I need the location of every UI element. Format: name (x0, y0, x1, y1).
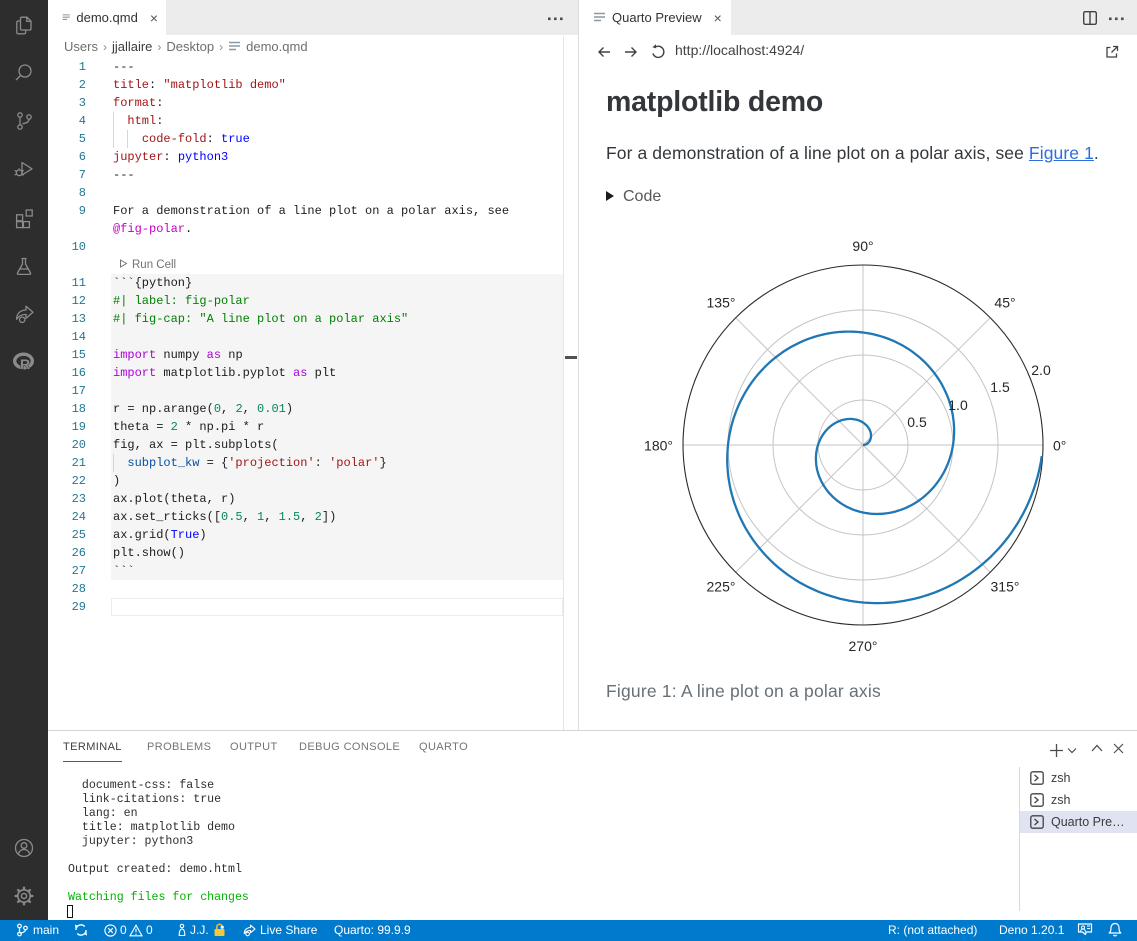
svg-text:180°: 180° (644, 438, 673, 454)
svg-text:270°: 270° (849, 638, 878, 654)
svg-text:315°: 315° (991, 579, 1020, 595)
svg-text:1.0: 1.0 (948, 397, 968, 413)
svg-text:1.5: 1.5 (990, 379, 1010, 395)
svg-text:2.0: 2.0 (1031, 362, 1051, 378)
svg-text:R: R (20, 356, 30, 372)
svg-text:90°: 90° (852, 238, 873, 254)
svg-text:0°: 0° (1053, 438, 1066, 454)
svg-text:45°: 45° (994, 295, 1015, 311)
svg-text:225°: 225° (707, 579, 736, 595)
svg-text:0.5: 0.5 (907, 414, 927, 430)
svg-text:135°: 135° (707, 295, 736, 311)
